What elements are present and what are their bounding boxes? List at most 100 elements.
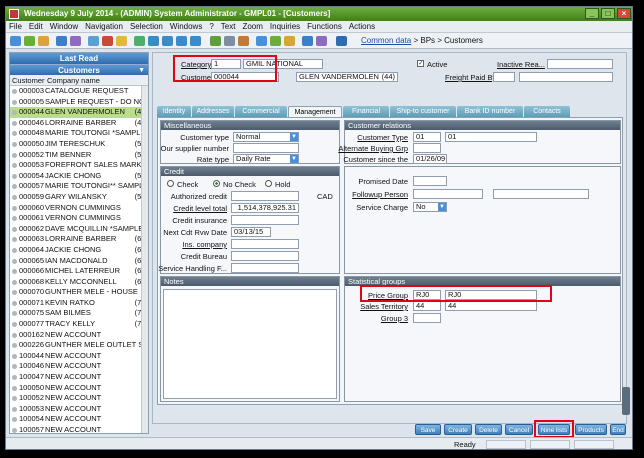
chevron-down-icon[interactable]: ▼ [438,203,446,211]
minimize-icon[interactable]: _ [585,8,599,19]
list-item[interactable]: 000070 GUNTHER MELE - HOUSE [10,287,148,298]
authorized-credit-field[interactable] [231,191,299,201]
list-item[interactable]: 000064JACKIE CHONG(64) [10,245,148,256]
list-item[interactable]: 000053 FOREFRONT SALES MARK [10,160,148,171]
list-item[interactable]: 000054JACKIE CHONG(54) [10,171,148,182]
menu-help[interactable]: ? [209,22,213,31]
filter-icon[interactable] [224,36,235,46]
create-button[interactable]: Create [444,424,472,435]
mail-icon[interactable] [302,36,313,46]
menu-text[interactable]: Text [221,22,236,31]
menu-actions[interactable]: Actions [349,22,375,31]
ins-company-field[interactable] [231,239,299,249]
credit-hold-radio[interactable] [265,180,272,187]
group-3-label[interactable]: Group 3 [381,314,408,323]
last-read-header[interactable]: Last Read [10,53,148,64]
menu-functions[interactable]: Functions [307,22,342,31]
credit-level-total-field[interactable]: 1,514,378,925.31 [231,203,299,213]
cancel-button[interactable]: Cancel [505,424,533,435]
customer-since-field[interactable]: 01/26/09 [413,154,447,164]
list-item[interactable]: 000057 MARIE TOUTONGI** SAMPL [10,181,148,192]
calendar-icon[interactable] [256,36,267,46]
list-item[interactable]: 000077TRACY KELLY(77) [10,319,148,330]
customer-type-code-label[interactable]: Customer Type [357,133,408,142]
previous-record-icon[interactable] [162,36,173,46]
sales-territory-field[interactable]: 44 [413,301,441,311]
list-item[interactable]: 100046 NEW ACCOUNT [10,361,148,372]
close-icon[interactable]: × [617,8,631,19]
customer-type-code-field[interactable]: 01 [413,132,441,142]
tab-ship-to-customer[interactable]: Ship-to customer [390,106,456,117]
list-item[interactable]: 000065IAN MACDONALD(65) [10,256,148,267]
tab-contacts[interactable]: Contacts [524,106,570,117]
list-item[interactable]: 100054 NEW ACCOUNT [10,414,148,425]
delete-button[interactable]: Delete [475,424,502,435]
menu-inquiries[interactable]: Inquiries [270,22,300,31]
list-item[interactable]: 000048 MARIE TOUTONGI *SAMPLE [10,128,148,139]
followup-person-field[interactable] [413,189,483,199]
copy-icon[interactable] [88,36,99,46]
list-item[interactable]: 000071KEVIN RATKO(71) [10,298,148,309]
tab-financial[interactable]: Financial [343,106,389,117]
list-item[interactable]: 100057 NEW ACCOUNT [10,425,148,433]
next-credit-review-field[interactable]: 03/13/15 [231,227,271,237]
freight-paid-by-label[interactable]: Freight Paid By [445,73,496,82]
service-handling-field[interactable] [231,263,299,273]
print-icon[interactable] [70,36,81,46]
credit-no-check-radio[interactable] [213,180,220,187]
first-record-icon[interactable] [148,36,159,46]
home-icon[interactable] [10,36,21,46]
save-button[interactable]: Save [415,424,441,435]
list-item[interactable]: 000052TIM BENNER(52) [10,150,148,161]
customer-type-select[interactable]: Normal ▼ [233,132,299,142]
chevron-down-icon[interactable]: ▼ [290,133,298,141]
note-icon[interactable] [284,36,295,46]
breadcrumb-link-common-data[interactable]: Common data [361,36,411,45]
credit-level-total-label[interactable]: Credit level total [173,204,227,213]
notes-textarea[interactable] [163,289,337,399]
side-panel-handle[interactable] [622,387,630,415]
list-item[interactable]: 100050 NEW ACCOUNT [10,383,148,394]
ins-company-label[interactable]: Ins. company [182,240,227,249]
customers-header[interactable]: Customers ▼ [10,64,148,75]
attach-icon[interactable] [270,36,281,46]
followup-person-label[interactable]: Followup Person [352,190,408,199]
credit-insurance-field[interactable] [231,215,299,225]
list-item[interactable]: 000044GLEN VANDERMOLEN(44) [10,107,148,118]
service-charge-select[interactable]: No ▼ [413,202,447,212]
menu-selection[interactable]: Selection [130,22,163,31]
chevron-down-icon[interactable]: ▼ [290,155,298,163]
list-item[interactable]: 000003 CATALOGUE REQUEST [10,86,148,97]
tab-identity[interactable]: Identity [157,106,191,117]
list-item[interactable]: 000226 GUNTHER MELE OUTLET S [10,340,148,351]
tab-bank-id-number[interactable]: Bank ID number [457,106,523,117]
maximize-icon[interactable]: □ [601,8,615,19]
credit-bureau-field[interactable] [231,251,299,261]
refresh-icon[interactable] [134,36,145,46]
inactive-reason-label[interactable]: Inactive Rea... [497,60,545,69]
list-item[interactable]: 000066MICHEL LATERREUR(66) [10,266,148,277]
list-item[interactable]: 000162 NEW ACCOUNT [10,330,148,341]
tab-management[interactable]: Management [288,106,342,117]
credit-check-radio[interactable] [167,180,174,187]
tab-commercial[interactable]: Commercial [235,106,287,117]
last-record-icon[interactable] [190,36,201,46]
alternate-buying-group-label[interactable]: Alternate Buying Grp [338,144,408,153]
column-header-company-name[interactable]: Company name [45,75,143,85]
search-icon[interactable] [210,36,221,46]
save-icon[interactable] [56,36,67,46]
inactive-reason-field[interactable] [547,59,613,69]
list-item[interactable]: 100047 NEW ACCOUNT [10,372,148,383]
help-icon[interactable] [316,36,327,46]
column-header-customer[interactable]: Customer [10,75,45,85]
open-icon[interactable] [38,36,49,46]
chevron-down-icon[interactable]: ▼ [138,65,145,76]
freight-paid-by-field[interactable] [493,72,515,82]
delete-icon[interactable] [102,36,113,46]
rate-type-select[interactable]: Daily Rate ▼ [233,154,299,164]
active-checkbox[interactable]: ✓ [417,60,424,67]
menu-file[interactable]: File [9,22,22,31]
end-button[interactable]: End [610,424,626,435]
list-item[interactable]: 000060 VERNON CUMMINGS [10,203,148,214]
list-item[interactable]: 000061 VERNON CUMMINGS [10,213,148,224]
